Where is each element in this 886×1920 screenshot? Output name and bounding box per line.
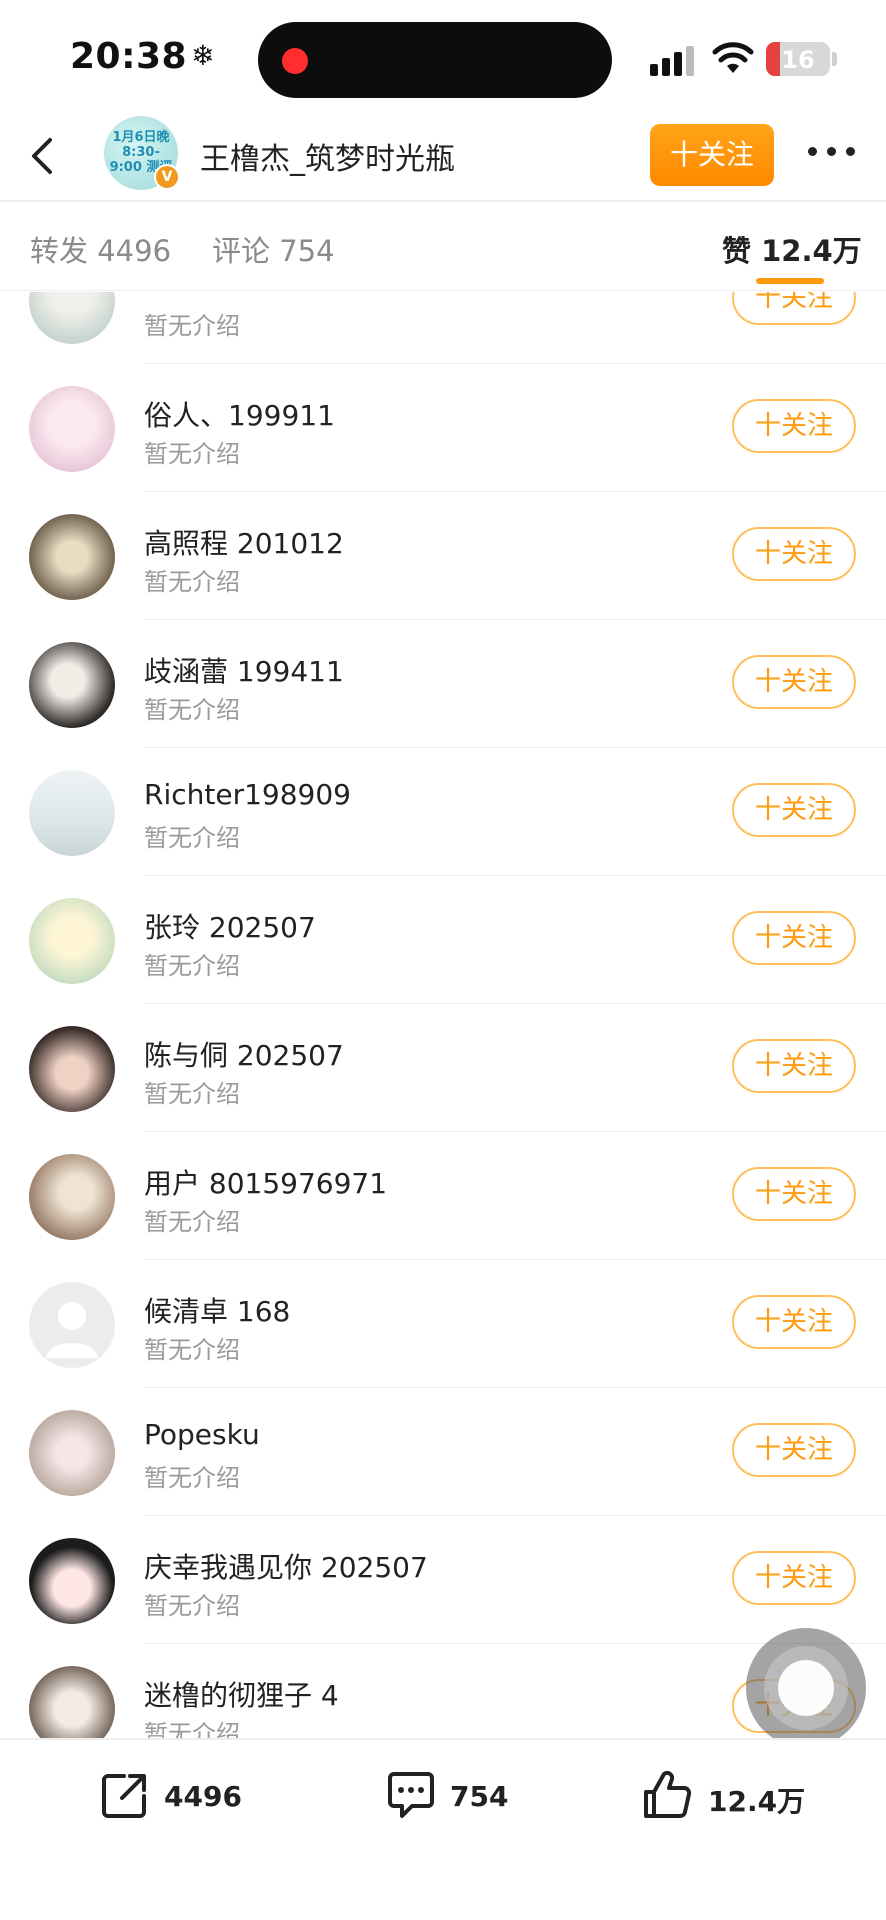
user-intro: 暂无介绍 (144, 568, 240, 596)
list-item[interactable]: 暂无介绍 十关注 (0, 292, 886, 364)
bottom-action-bar: 4496 754 12.4万 (0, 1740, 886, 1920)
post-header: 1月6日晚 8:30-9:00 测评 V 王橹杰_筑梦时光瓶 十关注 (0, 112, 886, 202)
user-intro: 暂无介绍 (144, 1592, 240, 1620)
follow-user-button[interactable]: 十关注 (732, 911, 856, 965)
follow-user-button[interactable]: 十关注 (732, 1551, 856, 1605)
user-name[interactable]: 歧涵蕾 199411 (144, 650, 344, 690)
list-item[interactable]: 俗人、199911 暂无介绍 十关注 (0, 364, 886, 492)
list-item[interactable]: Popesku 暂无介绍 十关注 (0, 1388, 886, 1516)
user-avatar[interactable] (29, 770, 115, 856)
tabs-divider (0, 290, 886, 291)
assistive-touch-button[interactable] (746, 1628, 866, 1748)
user-avatar[interactable] (29, 386, 115, 472)
battery-level: 16 (781, 46, 815, 74)
list-item[interactable]: 庆幸我遇见你 202507 暂无介绍 十关注 (0, 1516, 886, 1644)
comment-icon (388, 1772, 434, 1818)
user-name[interactable]: 庆幸我遇见你 202507 (144, 1546, 428, 1586)
user-intro: 暂无介绍 (144, 1464, 240, 1492)
list-item[interactable]: 高照程 201012 暂无介绍 十关注 (0, 492, 886, 620)
user-name[interactable]: 张玲 202507 (144, 906, 316, 946)
user-name[interactable]: 高照程 201012 (144, 522, 344, 562)
snowflake-icon: ❄ (191, 39, 216, 72)
list-item[interactable]: 陈与侗 202507 暂无介绍 十关注 (0, 1004, 886, 1132)
active-tab-indicator (756, 278, 824, 284)
user-intro: 暂无介绍 (144, 1336, 240, 1364)
user-avatar[interactable] (29, 1538, 115, 1624)
list-item[interactable]: 候清卓 168 暂无介绍 十关注 (0, 1260, 886, 1388)
user-intro: 暂无介绍 (144, 1720, 240, 1738)
status-bar: 20:38 ❄ 16 (0, 0, 886, 112)
tab-comment[interactable]: 评论 754 (212, 228, 335, 270)
follow-user-button[interactable]: 十关注 (732, 1423, 856, 1477)
user-intro: 暂无介绍 (144, 312, 240, 340)
list-item[interactable]: 歧涵蕾 199411 暂无介绍 十关注 (0, 620, 886, 748)
like-action[interactable]: 12.4万 (640, 1768, 820, 1828)
user-avatar[interactable] (29, 292, 115, 344)
tab-like[interactable]: 赞 12.4万 (722, 228, 862, 270)
user-name[interactable]: 陈与侗 202507 (144, 1034, 344, 1074)
user-intro: 暂无介绍 (144, 824, 240, 852)
list-item[interactable]: 张玲 202507 暂无介绍 十关注 (0, 876, 886, 1004)
status-time: 20:38 ❄ (70, 36, 215, 77)
user-intro: 暂无介绍 (144, 1080, 240, 1108)
status-time-text: 20:38 (70, 36, 188, 77)
repost-count: 4496 (164, 1780, 242, 1813)
user-intro: 暂无介绍 (144, 952, 240, 980)
follow-user-button[interactable]: 十关注 (732, 1039, 856, 1093)
dynamic-island (258, 22, 612, 98)
user-name[interactable]: 迷橹的彻狸子 4 (144, 1674, 339, 1714)
repost-action[interactable]: 4496 (98, 1768, 258, 1828)
comment-action[interactable]: 754 (384, 1768, 524, 1828)
user-avatar[interactable] (29, 898, 115, 984)
back-arrow-icon[interactable] (20, 132, 68, 180)
comment-count: 754 (450, 1780, 509, 1813)
recording-icon (282, 48, 308, 74)
user-intro: 暂无介绍 (144, 440, 240, 468)
like-count: 12.4万 (708, 1785, 806, 1818)
user-intro: 暂无介绍 (144, 696, 240, 724)
author-name[interactable]: 王橹杰_筑梦时光瓶 (200, 134, 455, 178)
user-name[interactable]: 候清卓 168 (144, 1290, 290, 1330)
follow-user-button[interactable]: 十关注 (732, 1167, 856, 1221)
user-avatar[interactable] (29, 1154, 115, 1240)
user-avatar[interactable] (29, 1410, 115, 1496)
user-name[interactable]: 俗人、199911 (144, 394, 335, 434)
user-name[interactable]: Richter198909 (144, 778, 351, 811)
user-name[interactable]: 用户 8015976971 (144, 1162, 387, 1202)
user-name[interactable]: Popesku (144, 1418, 260, 1451)
battery-icon: 16 (766, 42, 830, 76)
user-avatar[interactable] (29, 514, 115, 600)
user-intro: 暂无介绍 (144, 1208, 240, 1236)
wifi-icon (712, 42, 754, 73)
follow-user-button[interactable]: 十关注 (732, 399, 856, 453)
list-item[interactable]: 用户 8015976971 暂无介绍 十关注 (0, 1132, 886, 1260)
verified-badge-icon: V (154, 164, 180, 190)
thumbs-up-icon (644, 1770, 692, 1818)
battery-tip (832, 52, 837, 66)
user-avatar[interactable] (29, 642, 115, 728)
follow-author-button[interactable]: 十关注 (650, 124, 774, 186)
user-avatar[interactable] (29, 1666, 115, 1738)
tab-repost[interactable]: 转发 4496 (30, 228, 171, 270)
follow-user-button[interactable]: 十关注 (732, 1295, 856, 1349)
default-avatar-icon[interactable] (29, 1282, 115, 1368)
follow-user-button[interactable]: 十关注 (732, 527, 856, 581)
share-icon (102, 1774, 146, 1818)
follow-user-button[interactable]: 十关注 (732, 292, 856, 325)
list-item[interactable]: Richter198909 暂无介绍 十关注 (0, 748, 886, 876)
interaction-tabs: 转发 4496 评论 754 赞 12.4万 (0, 202, 886, 290)
follow-user-button[interactable]: 十关注 (732, 655, 856, 709)
assistive-touch-center (778, 1660, 834, 1716)
user-avatar[interactable] (29, 1026, 115, 1112)
follow-user-button[interactable]: 十关注 (732, 783, 856, 837)
more-options-icon[interactable] (808, 144, 856, 160)
cellular-signal-icon (650, 44, 696, 76)
likers-list[interactable]: 暂无介绍 十关注 俗人、199911 暂无介绍 十关注 高照程 201012 暂… (0, 292, 886, 1738)
